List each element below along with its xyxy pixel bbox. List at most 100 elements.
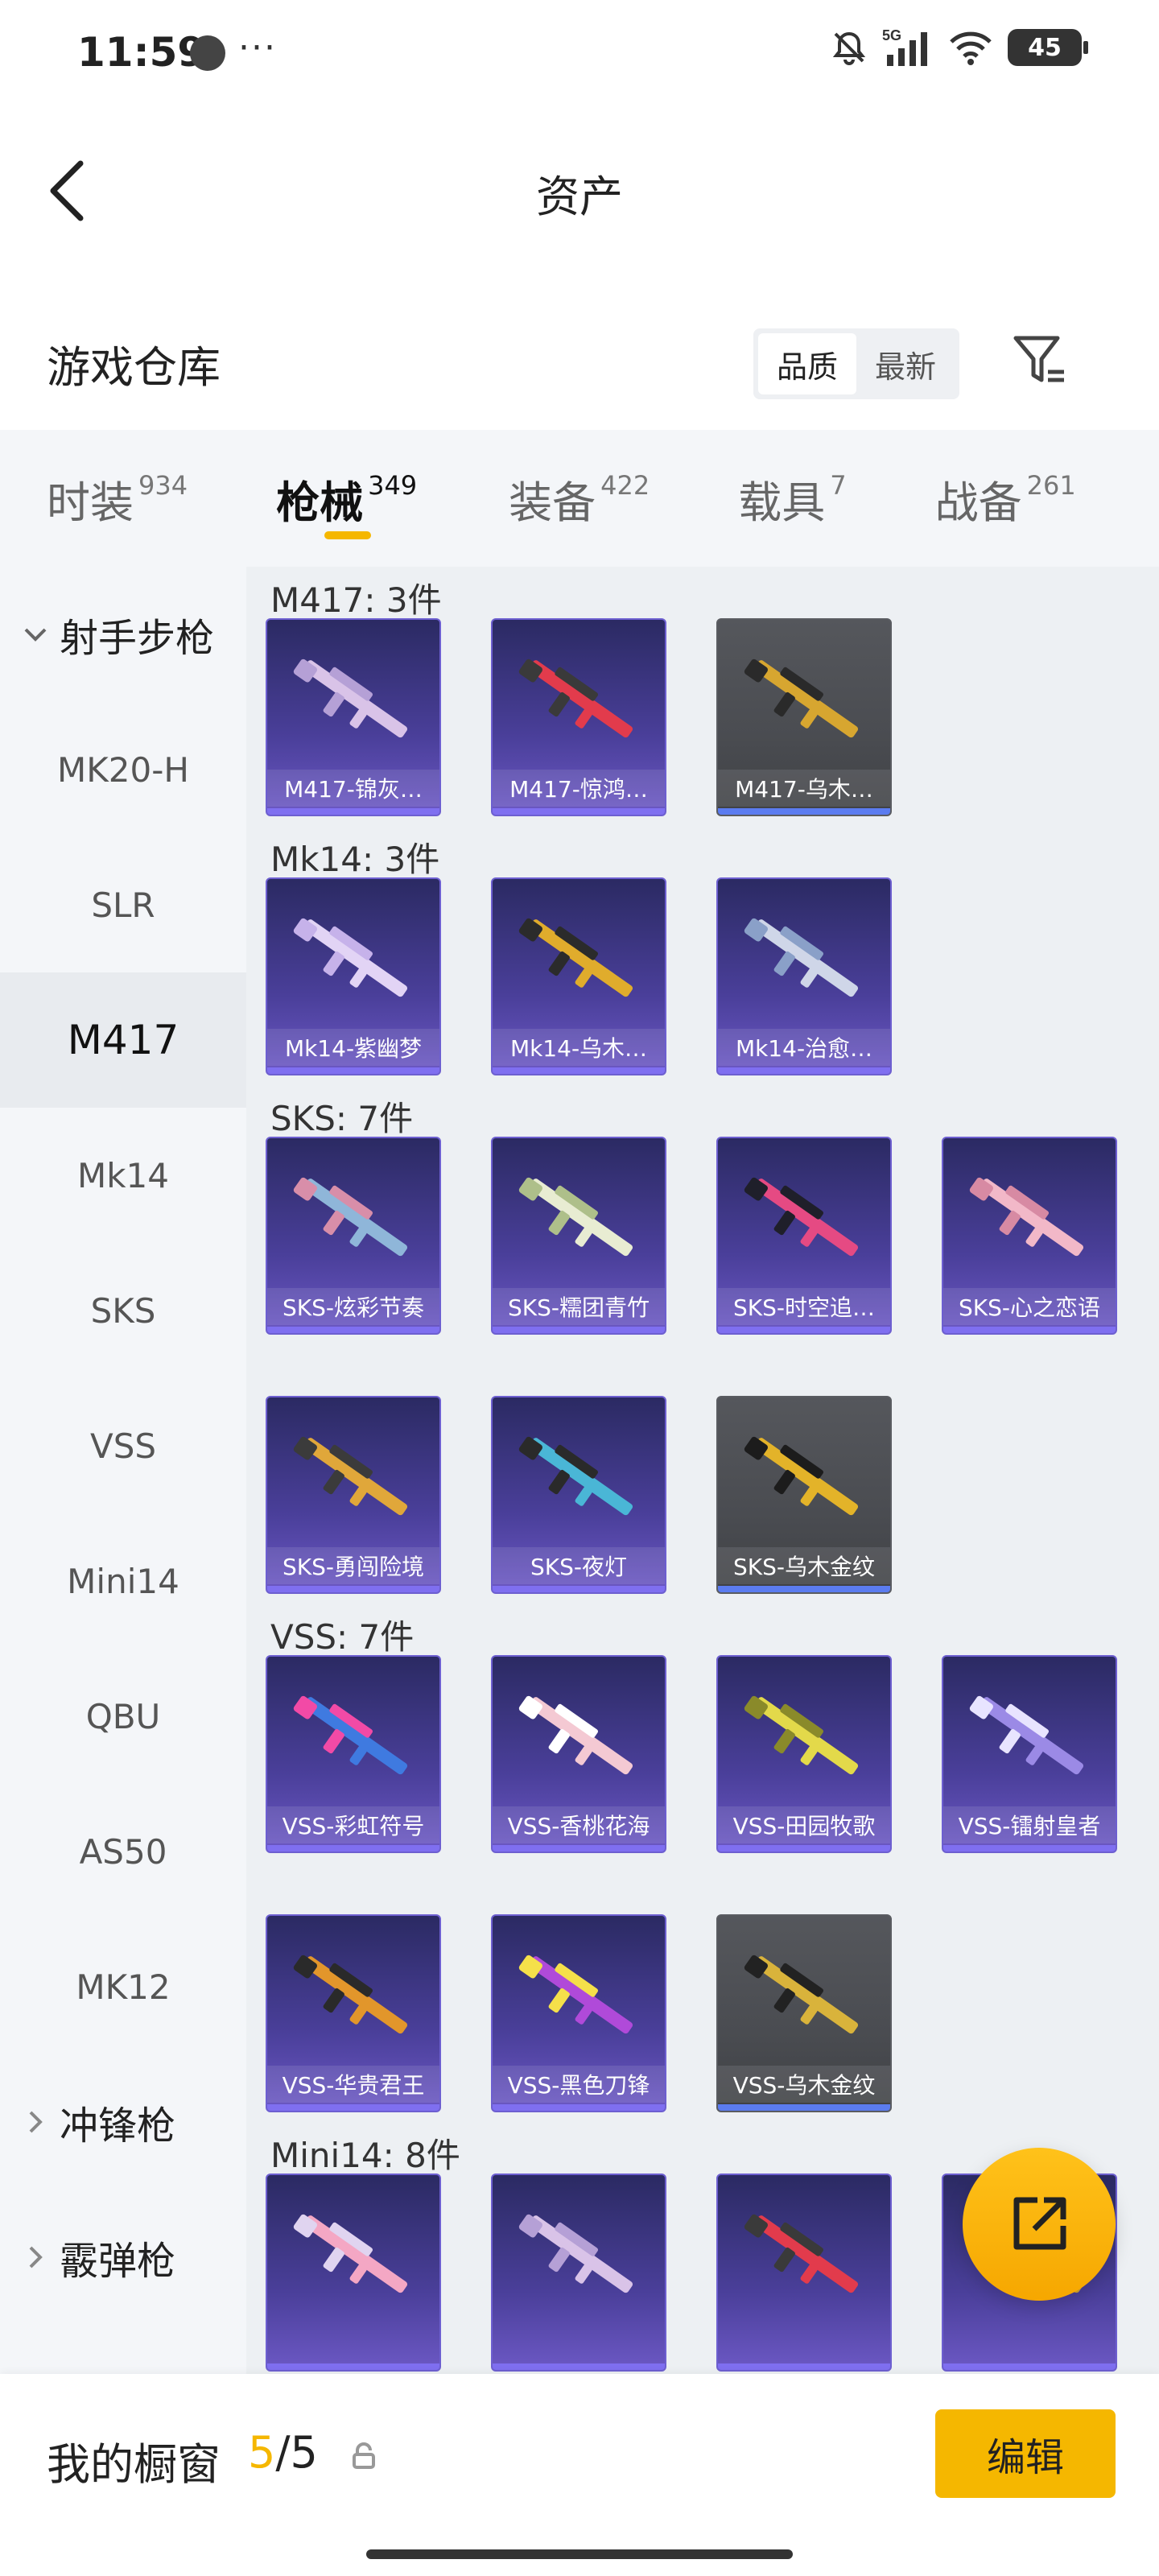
item-card[interactable]: SKS-炫彩节奏 (266, 1137, 441, 1335)
chevron-right-icon (19, 2241, 52, 2273)
tab-fashion[interactable]: 时装 934 (47, 430, 188, 567)
showcase-label: 我的橱窗 (47, 2439, 221, 2490)
tab-equipment[interactable]: 装备 422 (509, 430, 650, 567)
item-card[interactable]: SKS-勇闯险境 (266, 1396, 441, 1594)
quality-bar (718, 1586, 890, 1592)
tab-label: 战备 (934, 477, 1022, 528)
share-button[interactable] (963, 2148, 1116, 2301)
tab-count: 422 (600, 470, 650, 501)
item-card[interactable]: SKS-心之恋语 (942, 1137, 1117, 1335)
edit-button[interactable]: 编辑 (935, 2409, 1116, 2498)
network-label: 5G (882, 27, 901, 43)
quality-bar (718, 2104, 890, 2111)
rifle-icon (293, 2214, 408, 2293)
item-card[interactable]: SKS-糯团青竹 (491, 1137, 666, 1335)
lock-icon (353, 2442, 375, 2469)
sidebar-group-label: 射手步枪 (60, 616, 215, 661)
sidebar-group-smg[interactable]: 冲锋枪 (0, 2054, 246, 2190)
clock-icon (190, 35, 225, 71)
quality-bar (943, 1845, 1116, 1852)
item-name: M417-锦灰… (267, 770, 439, 807)
sidebar-item-mk14[interactable]: Mk14 (0, 1108, 246, 1243)
sidebar-item-as50[interactable]: AS50 (0, 1784, 246, 1919)
tab-label: 时装 (47, 477, 134, 528)
sidebar-item-mk12[interactable]: MK12 (0, 1919, 246, 2054)
chevron-down-icon (19, 618, 52, 650)
tab-label: 枪械 (276, 477, 364, 528)
item-card[interactable]: VSS-乌木金纹 (716, 1914, 892, 2112)
more-notifications-icon: ··· (238, 27, 277, 68)
item-name: SKS-心之恋语 (943, 1288, 1116, 1325)
item-card[interactable]: VSS-田园牧歌 (716, 1655, 892, 1853)
active-tab-indicator (324, 531, 372, 539)
quality-bar (493, 2104, 665, 2111)
group-title: Mk14: 3件 (270, 840, 440, 879)
item-card[interactable]: Mk14-乌木… (491, 877, 666, 1075)
rifle-icon (293, 658, 408, 738)
sidebar-item-mk20h[interactable]: MK20-H (0, 702, 246, 837)
item-card[interactable]: M417-锦灰… (266, 618, 441, 816)
item-card[interactable]: VSS-黑色刀锋 (491, 1914, 666, 2112)
item-card[interactable]: VSS-华贵君王 (266, 1914, 441, 2112)
item-name: Mk14-紫幽梦 (267, 1029, 439, 1066)
item-name: VSS-黑色刀锋 (493, 2066, 665, 2103)
item-name: VSS-香桃花海 (493, 1806, 665, 1843)
item-name: SKS-勇闯险境 (267, 1547, 439, 1584)
sidebar-item-sks[interactable]: SKS (0, 1243, 246, 1378)
battery-icon: 45 (1008, 29, 1088, 66)
rifle-icon (293, 1955, 408, 2034)
quality-bar (943, 2363, 1116, 2370)
quality-bar (718, 1067, 890, 1074)
filter-icon (1013, 336, 1064, 382)
sidebar-group-marksman[interactable]: 射手步枪 (0, 567, 246, 702)
tab-label: 载具 (738, 477, 826, 528)
quality-bar (943, 1327, 1116, 1333)
item-card[interactable] (266, 2174, 441, 2372)
sidebar-item-qbu[interactable]: QBU (0, 1649, 246, 1784)
item-card[interactable] (491, 2174, 666, 2372)
tab-count: 261 (1026, 470, 1076, 501)
quality-bar (718, 1327, 890, 1333)
weapon-sidebar: 射手步枪 MK20-H SLR M417 Mk14 SKS VSS Mini14… (0, 567, 246, 2374)
rifle-icon (969, 1177, 1084, 1257)
item-name: Mk14-乌木… (493, 1029, 665, 1066)
sort-option-quality[interactable]: 品质 (758, 333, 856, 394)
item-card[interactable]: M417-惊鸿… (491, 618, 666, 816)
item-card[interactable]: SKS-时空追… (716, 1137, 892, 1335)
item-card[interactable]: SKS-夜灯 (491, 1396, 666, 1594)
item-card[interactable]: M417-乌木… (716, 618, 892, 816)
status-time: 11:59 (77, 29, 206, 76)
sidebar-group-label: 霰弹枪 (60, 2239, 176, 2284)
item-card[interactable]: VSS-镭射皇者 (942, 1655, 1117, 1853)
tab-vehicles[interactable]: 载具 7 (738, 430, 846, 567)
chevron-right-icon (19, 2106, 52, 2138)
sort-option-newest[interactable]: 最新 (856, 333, 955, 394)
tab-supplies[interactable]: 战备 261 (935, 430, 1076, 567)
item-card[interactable]: SKS-乌木金纹 (716, 1396, 892, 1594)
group-title: M417: 3件 (270, 580, 442, 620)
sidebar-item-slr[interactable]: SLR (0, 837, 246, 972)
quality-bar (267, 2104, 439, 2111)
quality-bar (267, 2363, 439, 2370)
tab-count: 934 (138, 470, 188, 501)
sidebar-item-m417[interactable]: M417 (0, 972, 246, 1108)
showcase-count: 5/5 (248, 2427, 318, 2478)
showcase-count-total: /5 (275, 2427, 318, 2478)
item-grid: M417: 3件 M417-锦灰… M417-惊鸿… M417-乌木… Mk14: 3件… (246, 567, 1159, 2374)
sidebar-item-mini14[interactable]: Mini14 (0, 1513, 246, 1649)
rifle-icon (969, 1695, 1084, 1775)
item-card[interactable]: Mk14-治愈… (716, 877, 892, 1075)
item-card[interactable]: Mk14-紫幽梦 (266, 877, 441, 1075)
rifle-icon (744, 1436, 859, 1516)
status-icons: 5G 45 (831, 27, 1088, 68)
sidebar-group-shotgun[interactable]: 霰弹枪 (0, 2190, 246, 2325)
sidebar-item-vss[interactable]: VSS (0, 1378, 246, 1513)
filter-button[interactable] (1008, 328, 1072, 393)
rifle-icon (293, 1436, 408, 1516)
tab-firearms[interactable]: 枪械 349 (276, 430, 417, 567)
item-card[interactable]: VSS-香桃花海 (491, 1655, 666, 1853)
rifle-icon (744, 658, 859, 738)
item-card[interactable]: VSS-彩虹符号 (266, 1655, 441, 1853)
showcase-count-current: 5 (248, 2427, 276, 2478)
item-card[interactable] (716, 2174, 892, 2372)
